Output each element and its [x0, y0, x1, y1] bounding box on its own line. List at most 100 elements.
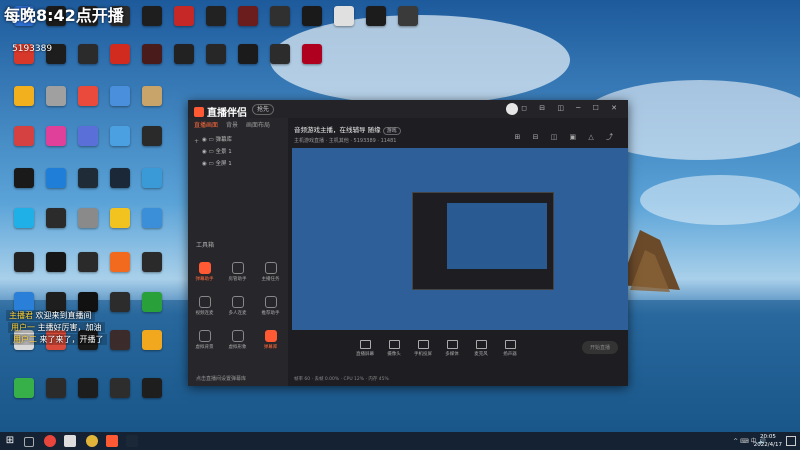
- preview-tool-icons[interactable]: ⊞ ⊟ ◫ ▣ △ ⤴: [515, 132, 618, 142]
- source-icon: [475, 340, 487, 349]
- tool-icon: [264, 296, 277, 308]
- tool-item[interactable]: 推荐助手: [254, 290, 287, 324]
- desktop-icon[interactable]: [132, 208, 172, 228]
- tool-label: 虚拟背景: [195, 345, 214, 350]
- source-icon: [504, 340, 516, 349]
- tool-icon: [198, 262, 211, 274]
- app-icon: [142, 168, 162, 188]
- source-icon: [417, 340, 429, 349]
- tool-item[interactable]: 视频连麦: [188, 290, 221, 324]
- app-icon: [174, 6, 194, 26]
- version-tag[interactable]: 抢先: [252, 104, 275, 115]
- tool-label: 弹幕助手: [195, 277, 214, 282]
- steam-icon[interactable]: [126, 435, 138, 447]
- app-icon: [14, 208, 34, 228]
- app-icon: [398, 6, 418, 26]
- taskbar: ⊞ ^ ⌨ 中 🔊 20:05 2022/4/17: [0, 432, 800, 450]
- app-icon: [110, 168, 130, 188]
- tool-icon: [198, 296, 211, 308]
- sidebar-tabs: 直播画面 背景 画面布局 +: [188, 118, 288, 145]
- app-icon: [302, 6, 322, 26]
- tool-label: 房管助手: [228, 277, 247, 282]
- tool-item[interactable]: 弹幕库: [254, 324, 287, 358]
- sidebar-tab[interactable]: 背景: [226, 122, 238, 129]
- source-button[interactable]: 多媒体: [437, 340, 467, 357]
- source-button[interactable]: 直播屏幕: [350, 340, 380, 357]
- danmaku-text: 欢迎来到直播间: [35, 311, 92, 320]
- sidebar-footer[interactable]: 点击直播间设置弹幕库: [196, 375, 246, 382]
- scene-item[interactable]: ◉ ▭ 弹幕库: [188, 134, 288, 146]
- source-toolbar: 开始直播 直播屏幕 摄像头 手机投屏 多媒体 麦克风 扬声器: [292, 334, 628, 370]
- tool-item[interactable]: 多人连麦: [221, 290, 254, 324]
- app-icon: [270, 44, 290, 64]
- tool-label: 推荐助手: [261, 311, 280, 316]
- stats-footer: 帧率 60 · 丢帧 0.00% · CPU 12% · 内存 45%: [294, 377, 389, 382]
- tool-item[interactable]: 主播任务: [254, 256, 287, 290]
- scene-item[interactable]: ◉ ▭ 全屏 1: [188, 158, 288, 170]
- app-icon: [142, 86, 162, 106]
- source-label: 手机投屏: [414, 352, 432, 357]
- window-buttons[interactable]: ◻ ⊟ ◫ ─ ☐ ✕: [521, 104, 622, 112]
- app-icon: [334, 6, 354, 26]
- chrome-icon[interactable]: [44, 435, 56, 447]
- app-icon: [14, 252, 34, 272]
- app-icon: [110, 292, 130, 312]
- source-button[interactable]: 扬声器: [495, 340, 525, 357]
- app-logo: 直播伴侣: [194, 104, 247, 119]
- app-icon: [46, 208, 66, 228]
- scene-item[interactable]: ◉ ▭ 全景 1: [188, 146, 288, 158]
- desktop-icon[interactable]: [132, 330, 172, 350]
- app-icon: [142, 252, 162, 272]
- tool-icon: [231, 330, 244, 342]
- source-icon: [359, 340, 371, 349]
- desktop-icon[interactable]: [388, 6, 428, 26]
- desktop-icon[interactable]: [292, 44, 332, 64]
- desktop-icon[interactable]: [132, 378, 172, 398]
- media-icon[interactable]: [86, 435, 98, 447]
- live-app-icon[interactable]: [106, 435, 118, 447]
- app-icon: [78, 126, 98, 146]
- room-title[interactable]: 音频游戏主播，在线辅导 随缘: [294, 126, 381, 134]
- taskview-icon[interactable]: [24, 437, 34, 447]
- app-icon: [14, 168, 34, 188]
- sidebar-tab[interactable]: +: [194, 138, 199, 145]
- tool-item[interactable]: 虚拟背景: [188, 324, 221, 358]
- unity-icon[interactable]: [64, 435, 76, 447]
- source-button[interactable]: 摄像头: [379, 340, 409, 357]
- notification-icon[interactable]: [786, 436, 796, 446]
- tool-item[interactable]: 弹幕助手: [188, 256, 221, 290]
- app-icon: [110, 252, 130, 272]
- clock[interactable]: 20:05 2022/4/17: [754, 433, 782, 449]
- app-icon: [142, 126, 162, 146]
- app-icon: [14, 86, 34, 106]
- app-icon: [78, 378, 98, 398]
- source-button[interactable]: 麦克风: [466, 340, 496, 357]
- tool-label: 主播任务: [261, 277, 280, 282]
- app-icon: [110, 208, 130, 228]
- tool-item[interactable]: 房管助手: [221, 256, 254, 290]
- desktop-icon[interactable]: [132, 168, 172, 188]
- tool-icon: [231, 262, 244, 274]
- desktop-icon[interactable]: [132, 126, 172, 146]
- app-icon: [110, 378, 130, 398]
- app-titlebar: 直播伴侣 抢先 ◻ ⊟ ◫ ─ ☐ ✕: [188, 100, 628, 119]
- clock-time: 20:05: [759, 434, 776, 440]
- desktop-icon[interactable]: [132, 292, 172, 312]
- source-label: 摄像头: [387, 352, 401, 357]
- stream-preview: [292, 148, 628, 330]
- avatar[interactable]: [506, 103, 518, 115]
- sidebar-tab[interactable]: 直播画面: [194, 122, 218, 129]
- start-button[interactable]: ⊞: [4, 435, 16, 447]
- tool-item[interactable]: 虚拟形象: [221, 324, 254, 358]
- app-icon: [14, 378, 34, 398]
- desktop-icon[interactable]: [132, 252, 172, 272]
- app-icon: [46, 126, 66, 146]
- room-category-tag[interactable]: 游戏: [382, 127, 401, 135]
- source-button[interactable]: 手机投屏: [408, 340, 438, 357]
- desktop-icon[interactable]: [132, 86, 172, 106]
- app-icon: [46, 86, 66, 106]
- room-title-row: 音频游戏主播，在线辅导 随缘 游戏: [294, 124, 401, 135]
- sidebar-tab[interactable]: 画面布局: [246, 122, 270, 129]
- start-live-button[interactable]: 开始直播: [581, 341, 618, 354]
- nested-preview-window: [412, 192, 554, 290]
